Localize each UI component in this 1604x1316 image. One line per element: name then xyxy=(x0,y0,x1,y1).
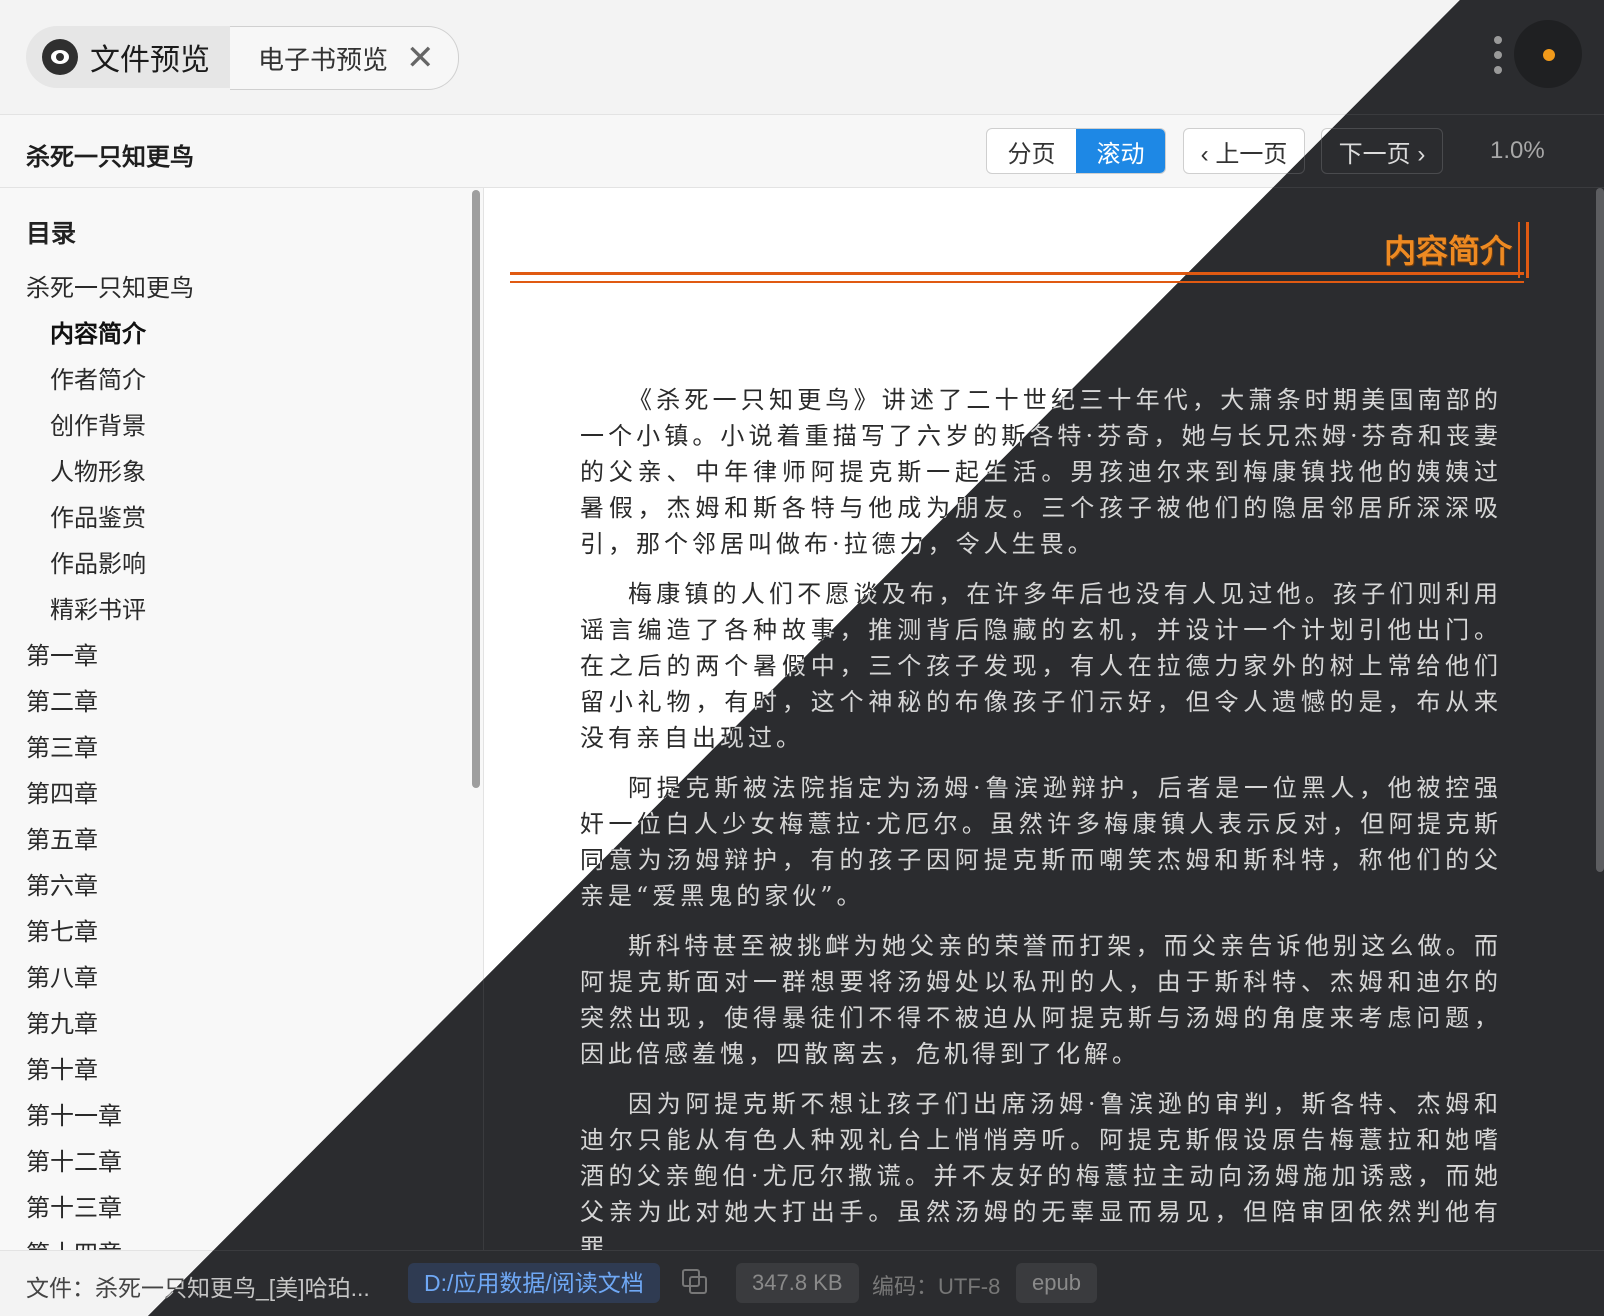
toc-item[interactable]: 人物形象 xyxy=(0,450,460,496)
tab-ebook-preview[interactable]: 电子书预览 ✕ xyxy=(230,26,459,90)
status-file-type: epub xyxy=(1016,1263,1097,1303)
toc-item[interactable]: 第四章 xyxy=(0,772,460,818)
prev-page-button[interactable]: ‹ 上一页 xyxy=(1183,128,1305,174)
status-encoding: 编码：UTF-8 xyxy=(872,1274,1001,1299)
copy-icon[interactable] xyxy=(682,1269,707,1294)
reading-progress: 1.0% xyxy=(1490,137,1545,164)
toc-item[interactable]: 创作背景 xyxy=(0,404,460,450)
tab-file-preview[interactable]: 文件预览 xyxy=(26,26,240,88)
toc-item[interactable]: 第七章 xyxy=(0,910,460,956)
more-options-icon[interactable] xyxy=(1494,36,1504,80)
chapter-rule-vertical xyxy=(1518,222,1529,278)
paragraph: 阿提克斯被法院指定为汤姆·鲁滨逊辩护，后者是一位黑人，他被控强奸一位白人少女梅薏… xyxy=(580,774,1502,910)
next-page-button[interactable]: 下一页 › xyxy=(1321,128,1443,174)
toc-item[interactable]: 杀死一只知更鸟 xyxy=(0,266,460,312)
toc-item[interactable]: 作者简介 xyxy=(0,358,460,404)
status-path-link[interactable]: D:/应用数据/阅读文档 xyxy=(408,1263,660,1303)
paragraph: 因为阿提克斯不想让孩子们出席汤姆·鲁滨逊的审判，斯各特、杰姆和迪尔只能从有色人种… xyxy=(580,1090,1502,1250)
reader-scrollbar[interactable] xyxy=(1596,188,1604,872)
toc-item[interactable]: 内容简介 xyxy=(0,312,460,358)
toc-item[interactable]: 作品影响 xyxy=(0,542,460,588)
paragraph: 斯科特甚至被挑衅为她父亲的荣誉而打架，而父亲告诉他别这么做。而阿提克斯面对一群想… xyxy=(580,932,1502,1068)
status-bar-dark: 文件：杀死一只知更鸟_[美]哈珀... D:/应用数据/阅读文档 347.8 K… xyxy=(148,1250,1604,1316)
sidebar-scrollbar[interactable] xyxy=(472,190,480,788)
mode-page-button[interactable]: 分页 xyxy=(987,129,1076,173)
toc-item[interactable]: 第三章 xyxy=(0,726,460,772)
toc-heading: 目录 xyxy=(26,220,77,248)
book-title: 杀死一只知更鸟 xyxy=(26,144,194,171)
toc-item[interactable]: 第九章 xyxy=(0,1002,460,1048)
tab-file-preview-label: 文件预览 xyxy=(90,44,210,77)
toc-item[interactable]: 精彩书评 xyxy=(0,588,460,634)
mode-scroll-button[interactable]: 滚动 xyxy=(1076,129,1165,173)
view-mode-switch: 分页 滚动 xyxy=(986,128,1166,174)
toc-item[interactable]: 第八章 xyxy=(0,956,460,1002)
toc-item[interactable]: 作品鉴赏 xyxy=(0,496,460,542)
tab-ebook-preview-label: 电子书预览 xyxy=(258,44,389,75)
toc-item[interactable]: 第五章 xyxy=(0,818,460,864)
toc-item[interactable]: 第六章 xyxy=(0,864,460,910)
close-icon[interactable]: ✕ xyxy=(406,41,435,75)
eye-icon xyxy=(42,39,78,75)
status-file-size: 347.8 KB xyxy=(736,1263,859,1303)
status-indicator-icon[interactable] xyxy=(1514,20,1582,88)
toc-item[interactable]: 第二章 xyxy=(0,680,460,726)
toc-item[interactable]: 第一章 xyxy=(0,634,460,680)
